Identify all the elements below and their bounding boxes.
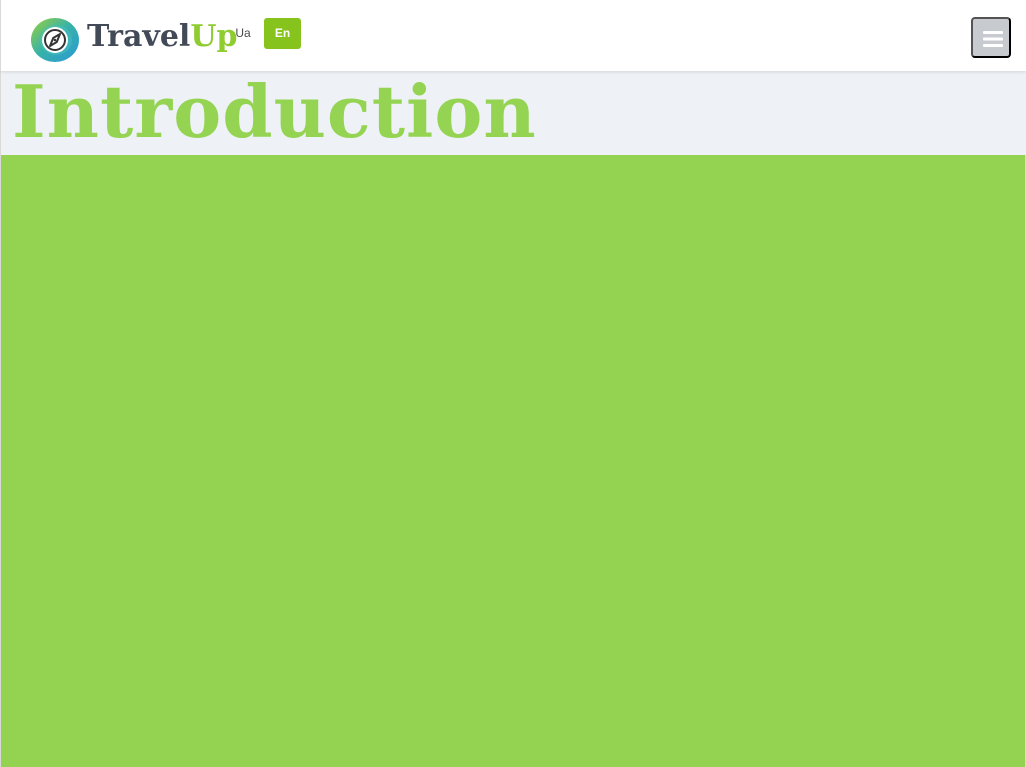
compass-icon bbox=[31, 18, 79, 62]
menu-button[interactable] bbox=[971, 17, 1011, 58]
brand-logo[interactable]: TravelUp bbox=[87, 17, 237, 57]
main-content-area bbox=[0, 155, 1026, 767]
site-header: TravelUp Ua En bbox=[0, 0, 1026, 71]
travelup-page: TravelUp Ua En Introduction bbox=[0, 0, 1026, 767]
language-option-en[interactable]: En bbox=[264, 18, 301, 49]
page-title: Introduction bbox=[12, 69, 537, 154]
brand-name-travel: Travel bbox=[87, 19, 191, 54]
language-option-ua[interactable]: Ua bbox=[231, 18, 255, 49]
hamburger-menu-icon bbox=[983, 31, 1003, 47]
